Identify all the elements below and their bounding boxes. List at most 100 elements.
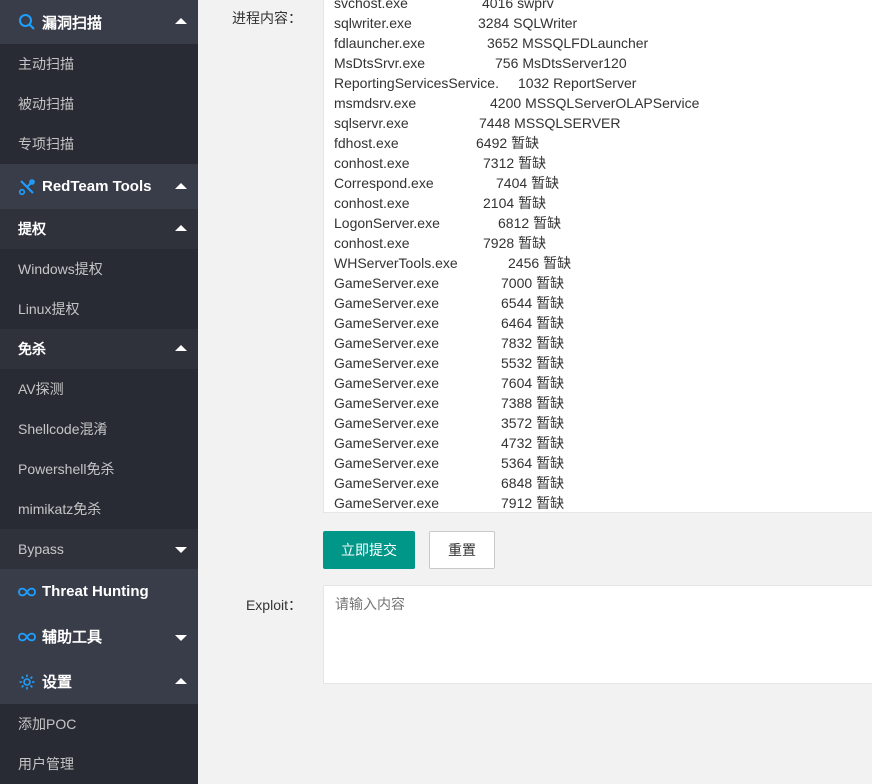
process-service: MSSQLServerOLAPService [525, 95, 700, 111]
process-service: 暂缺 [518, 195, 547, 211]
search-icon [18, 13, 36, 31]
sidebar-item-linux-privesc[interactable]: Linux提权 [0, 289, 198, 329]
process-row: GameServer.exe 5532 暂缺 [334, 353, 872, 373]
process-pid: 5364 [501, 455, 533, 471]
process-row: fdhost.exe 6492 暂缺 [334, 133, 872, 153]
process-pid: 6848 [501, 475, 533, 491]
sidebar-sub-privesc[interactable]: 提权 [0, 209, 198, 249]
process-service: MsDtsServer120 [522, 55, 627, 71]
process-name: GameServer.exe [334, 295, 440, 311]
process-row: ReportingServicesService. 1032 ReportServe… [334, 73, 872, 93]
process-name: MsDtsSrvr.exe [334, 55, 426, 71]
process-service: ReportServer [553, 75, 637, 91]
process-pid: 2456 [508, 255, 540, 271]
exploit-label: Exploit： [245, 597, 302, 613]
sidebar-sub-evasion[interactable]: 免杀 [0, 329, 198, 369]
process-pid: 7912 [501, 495, 533, 511]
process-row: GameServer.exe 7604 暂缺 [334, 373, 872, 393]
process-row: sqlservr.exe 7448 MSSQLSERVER [334, 113, 872, 133]
process-row: GameServer.exe 3572 暂缺 [334, 413, 872, 433]
process-content-textarea[interactable]: svchost.exe 4016 swprv sqlwriter.exe 3284 SQL… [323, 0, 872, 513]
process-row: GameServer.exe 7000 暂缺 [334, 273, 872, 293]
process-name: GameServer.exe [334, 455, 440, 471]
process-name: GameServer.exe [334, 395, 440, 411]
sidebar-item-shellcode[interactable]: Shellcode混淆 [0, 409, 198, 449]
process-pid: 3652 [487, 35, 519, 51]
process-row: LogonServer.exe 6812 暂缺 [334, 213, 872, 233]
process-service: 暂缺 [531, 175, 560, 191]
process-service: 暂缺 [536, 395, 565, 411]
nav-sub-label: 免杀 [18, 341, 46, 357]
sidebar-item-passive-scan[interactable]: 被动扫描 [0, 84, 198, 124]
sidebar-item-mimikatz[interactable]: mimikatz免杀 [0, 489, 198, 529]
process-pid: 2104 [483, 195, 515, 211]
chevron-up-icon [175, 182, 187, 189]
process-pid: 7448 [479, 115, 511, 131]
process-content-label: 进程内容： [232, 10, 302, 26]
sidebar-item-powershell[interactable]: Powershell免杀 [0, 449, 198, 489]
nav-group-label: 辅助工具 [42, 629, 103, 646]
process-name: GameServer.exe [334, 355, 440, 371]
process-row: MsDtsSrvr.exe 756 MsDtsServer120 [334, 53, 872, 73]
process-row: GameServer.exe 4732 暂缺 [334, 433, 872, 453]
process-row: GameServer.exe 7832 暂缺 [334, 333, 872, 353]
nav-group-redteam[interactable]: RedTeam Tools [0, 164, 198, 209]
process-name: conhost.exe [334, 155, 410, 171]
process-row: Correspond.exe 7404 暂缺 [334, 173, 872, 193]
sidebar-item-av-detect[interactable]: AV探测 [0, 369, 198, 409]
process-pid: 7312 [483, 155, 515, 171]
infinity-icon [18, 628, 36, 646]
process-pid: 3284 [478, 15, 510, 31]
process-pid: 6464 [501, 315, 533, 331]
nav-group-aux-tools[interactable]: 辅助工具 [0, 614, 198, 659]
nav-group-label: 设置 [42, 674, 73, 691]
nav-group-vuln-scan[interactable]: 漏洞扫描 [0, 0, 198, 44]
nav-sub-label: Bypass [18, 541, 64, 557]
process-name: GameServer.exe [334, 275, 440, 291]
process-name: conhost.exe [334, 235, 410, 251]
submit-button[interactable]: 立即提交 [323, 531, 415, 569]
process-row: conhost.exe 7928 暂缺 [334, 233, 872, 253]
sidebar-item-add-poc[interactable]: 添加POC [0, 704, 198, 744]
process-service: 暂缺 [536, 435, 565, 451]
process-name: GameServer.exe [334, 335, 440, 351]
process-row: conhost.exe 7312 暂缺 [334, 153, 872, 173]
sidebar-item-active-scan[interactable]: 主动扫描 [0, 44, 198, 84]
sidebar-item-user-management[interactable]: 用户管理 [0, 744, 198, 784]
reset-button[interactable]: 重置 [429, 531, 495, 569]
process-name: LogonServer.exe [334, 215, 440, 231]
process-pid: 7388 [501, 395, 533, 411]
process-service: 暂缺 [511, 135, 540, 151]
process-pid: 6492 [476, 135, 508, 151]
process-service: 暂缺 [536, 315, 565, 331]
process-name: GameServer.exe [334, 435, 440, 451]
process-name: GameServer.exe [334, 415, 440, 431]
sidebar-sub-bypass[interactable]: Bypass [0, 529, 198, 569]
process-service: MSSQLFDLauncher [522, 35, 649, 51]
nav-group-settings[interactable]: 设置 [0, 659, 198, 704]
process-pid: 7000 [501, 275, 533, 291]
process-pid: 756 [495, 55, 519, 71]
process-pid: 7832 [501, 335, 533, 351]
process-service: 暂缺 [536, 415, 565, 431]
nav-group-threat-hunting[interactable]: Threat Hunting [0, 569, 198, 614]
process-list: svchost.exe 4016 swprv sqlwriter.exe 3284 SQL… [334, 0, 872, 512]
sidebar-item-windows-privesc[interactable]: Windows提权 [0, 249, 198, 289]
process-row: WHServerTools.exe 2456 暂缺 [334, 253, 872, 273]
exploit-textarea[interactable]: 请输入内容 [323, 585, 872, 684]
process-service: 暂缺 [533, 215, 562, 231]
process-pid: 4200 [490, 95, 522, 111]
process-pid: 4016 [482, 0, 514, 11]
process-row: GameServer.exe 5364 暂缺 [334, 453, 872, 473]
process-row: GameServer.exe 6848 暂缺 [334, 473, 872, 493]
chevron-down-icon [175, 547, 187, 553]
process-name: Correspond.exe [334, 175, 434, 191]
process-name: GameServer.exe [334, 375, 440, 391]
process-service: 暂缺 [536, 495, 565, 511]
sidebar-item-special-scan[interactable]: 专项扫描 [0, 124, 198, 164]
process-pid: 4732 [501, 435, 533, 451]
process-row: GameServer.exe 7388 暂缺 [334, 393, 872, 413]
process-row: msmdsrv.exe 4200 MSSQLServerOLAPService [334, 93, 872, 113]
process-row: conhost.exe 2104 暂缺 [334, 193, 872, 213]
chevron-down-icon [175, 634, 187, 641]
